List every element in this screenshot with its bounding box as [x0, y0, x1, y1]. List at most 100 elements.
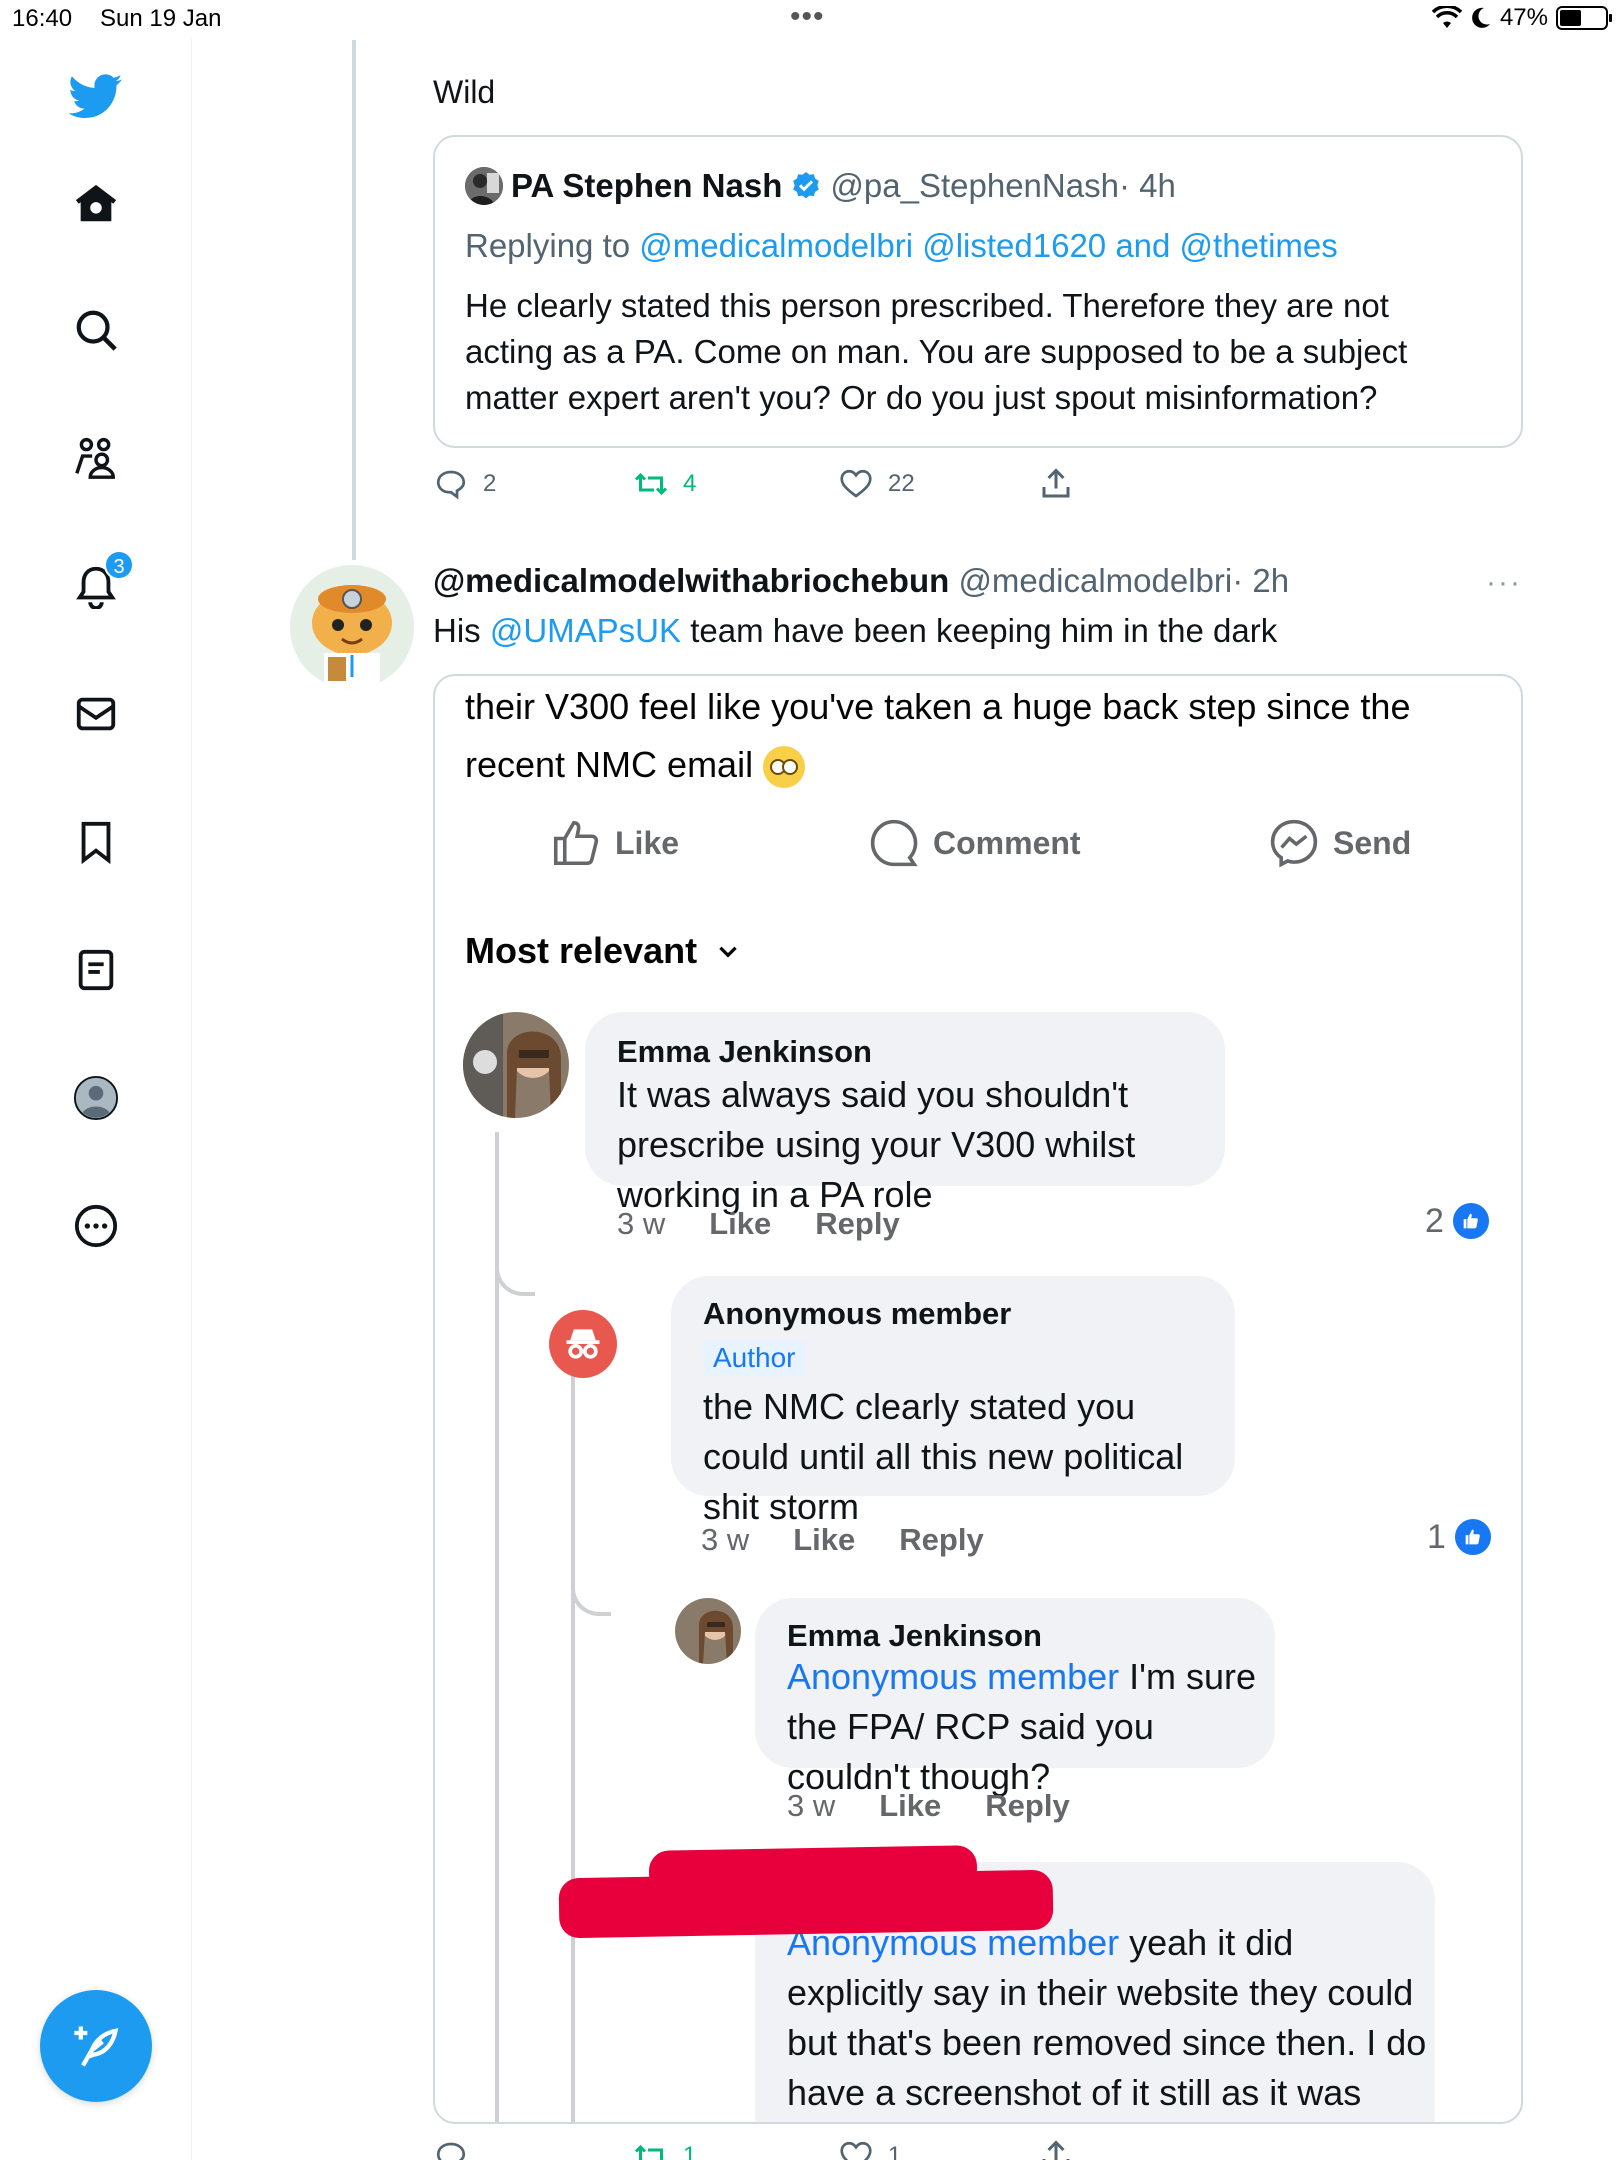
- reply-button[interactable]: 2: [433, 466, 633, 502]
- notifications-icon[interactable]: 3: [66, 550, 134, 616]
- reply-icon: [436, 470, 466, 500]
- communities-icon[interactable]: [66, 428, 126, 488]
- fb-send-label: Send: [1333, 824, 1412, 861]
- bookmark-icon[interactable]: [66, 812, 126, 872]
- home-icon[interactable]: [66, 174, 126, 234]
- twitter-logo-icon[interactable]: [66, 66, 126, 126]
- fb-comment-label: Comment: [933, 824, 1081, 861]
- sidebar: 3: [0, 38, 192, 2160]
- retweet-icon: [634, 2144, 666, 2160]
- share-button[interactable]: [1038, 2138, 1074, 2160]
- tweet2-actions: 1 1: [433, 2138, 1074, 2160]
- fb-comment-bubble: Emma Jenkinson It was always said you sh…: [585, 1012, 1225, 1215]
- compose-feather-icon: [74, 2026, 119, 2067]
- author-badge: Author: [703, 1340, 806, 1376]
- status-date: Sun 19 Jan: [100, 5, 222, 32]
- retweet-button[interactable]: 4: [633, 466, 838, 502]
- mail-icon[interactable]: [66, 684, 126, 744]
- retweet-count: 4: [683, 470, 697, 497]
- fb-comment-text: It was always said you shouldn't prescri…: [617, 1074, 1136, 1215]
- fb-reaction-count: 1: [1427, 1517, 1446, 1556]
- fb-comment-text: Anonymous member I'm sure the FPA/ RCP s…: [787, 1652, 1267, 1802]
- quoted-avatar[interactable]: [465, 167, 503, 205]
- messenger-icon: [1270, 819, 1318, 868]
- fb-sort-dropdown: Most relevant: [465, 930, 741, 972]
- fb-avatar: [463, 1012, 569, 1118]
- tweet2-name[interactable]: @medicalmodelwithabriochebun: [433, 562, 949, 599]
- like-button[interactable]: 1: [838, 2138, 1038, 2160]
- battery-icon: [1556, 6, 1612, 30]
- like-count: 22: [888, 470, 915, 497]
- comment-bubble-icon: [870, 819, 918, 867]
- fb-reactions: 2: [1425, 1200, 1492, 1242]
- fb-thread-curve: [495, 1216, 535, 1296]
- quoted-name[interactable]: PA Stephen Nash: [511, 167, 782, 205]
- fb-thread-curve: [571, 1536, 611, 1616]
- fb-comment-bubble: Anonymous member Author the NMC clearly …: [671, 1276, 1235, 1527]
- fb-comment-reply: Reply: [985, 1788, 1070, 1823]
- fb-comment-meta: 3 w Like Reply: [701, 1522, 984, 1558]
- multitasking-dots[interactable]: •••: [790, 0, 825, 34]
- fb-comment-text: Anonymous member yeah it did explicitly …: [787, 1918, 1427, 2118]
- tweet2-mention[interactable]: @UMAPsUK: [490, 612, 681, 649]
- like-reaction-icon: [1449, 1200, 1492, 1242]
- tweet2-more-button[interactable]: ···: [1486, 566, 1522, 600]
- heart-icon: [840, 469, 872, 498]
- replying-to: Replying to @medicalmodelbri @listed1620…: [465, 227, 1338, 265]
- battery-percent: 47%: [1499, 4, 1548, 31]
- tweet2-text: His @UMAPsUK team have been keeping him …: [433, 612, 1277, 650]
- reply-count: 2: [483, 470, 497, 497]
- like-count: 1: [888, 2142, 902, 2160]
- status-bar: 16:40 Sun 19 Jan ••• 47%: [0, 0, 1620, 38]
- tweet-media-image[interactable]: their V300 feel like you've taken a huge…: [433, 674, 1523, 2124]
- like-button[interactable]: 22: [838, 466, 1038, 502]
- fb-commenter-name: Anonymous member: [703, 1296, 1012, 1331]
- profile-icon[interactable]: [66, 1068, 126, 1128]
- retweet-icon: [634, 472, 668, 496]
- retweet-button[interactable]: 1: [633, 2138, 838, 2160]
- share-icon: [1042, 2140, 1070, 2160]
- reply-button[interactable]: [433, 2138, 633, 2160]
- status-time: 16:40: [12, 5, 73, 32]
- thread-connector: [352, 40, 356, 560]
- quoted-time: · 4h: [1118, 167, 1176, 204]
- tweet2-text-suffix: team have been keeping him in the dark: [681, 612, 1278, 649]
- replying-mentions[interactable]: @medicalmodelbri @listed1620 and @thetim…: [639, 227, 1338, 264]
- tweet2-header: @medicalmodelwithabriochebun @medicalmod…: [433, 562, 1289, 600]
- fb-comment-bubble: Emma Jenkinson Anonymous member I'm sure…: [755, 1598, 1275, 1797]
- retweet-count: 1: [683, 2142, 697, 2160]
- fb-comment-reply: Reply: [815, 1206, 900, 1241]
- tweet-actions: 2 4 22: [433, 466, 1074, 502]
- like-reaction-icon: [1451, 1516, 1494, 1558]
- thumbs-up-icon: [553, 820, 599, 866]
- quoted-tweet-header: PA Stephen Nash @pa_StephenNash · 4h: [465, 167, 1176, 205]
- tweet-author-avatar[interactable]: [290, 565, 414, 689]
- fb-comment-button: Comment: [867, 816, 1081, 870]
- fb-sort-label: Most relevant: [465, 930, 698, 971]
- chevron-down-icon: [719, 946, 737, 958]
- list-icon[interactable]: [66, 940, 126, 1000]
- fb-comment-reply: Reply: [899, 1522, 984, 1557]
- fb-reaction-count: 2: [1425, 1201, 1444, 1240]
- share-button[interactable]: [1038, 466, 1074, 502]
- fb-mention: Anonymous member: [787, 1656, 1120, 1697]
- anonymous-avatar-icon: [549, 1310, 617, 1378]
- fb-post-actions: Like Comment Send: [435, 816, 1521, 896]
- wifi-icon: [1431, 6, 1462, 28]
- moon-icon: [1472, 7, 1490, 28]
- fb-reactions: 1: [1427, 1516, 1494, 1558]
- search-icon[interactable]: [66, 300, 126, 360]
- heart-icon: [840, 2141, 872, 2160]
- more-circle-icon[interactable]: [66, 1196, 126, 1256]
- compose-tweet-button[interactable]: [40, 1990, 152, 2102]
- fb-comment-meta: 3 w Like Reply: [787, 1788, 1070, 1824]
- status-right: 47%: [1431, 4, 1612, 32]
- reply-icon: [436, 2142, 466, 2160]
- quoted-tweet[interactable]: PA Stephen Nash @pa_StephenNash · 4h Rep…: [433, 135, 1523, 448]
- fb-commenter-name: Emma Jenkinson: [787, 1618, 1042, 1653]
- fb-post-text: their V300 feel like you've taken a huge…: [465, 678, 1505, 794]
- fb-comment-like: Like: [879, 1788, 942, 1823]
- fb-comment-time: 3 w: [701, 1522, 750, 1557]
- fb-comment-like: Like: [793, 1522, 856, 1557]
- fb-commenter-name: Emma Jenkinson: [617, 1034, 872, 1069]
